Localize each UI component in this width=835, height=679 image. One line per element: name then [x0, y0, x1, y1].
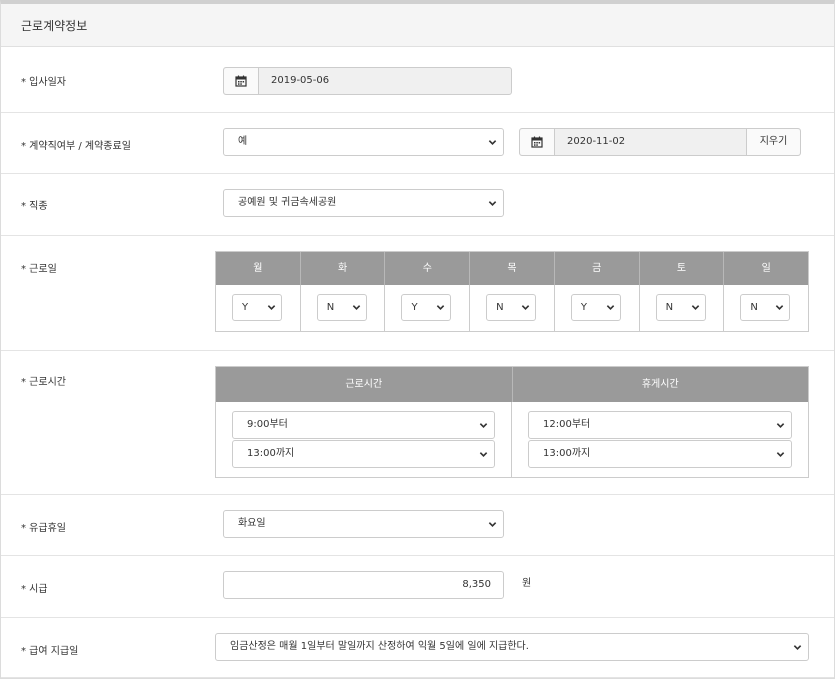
chevron-down-icon: [437, 305, 445, 310]
paid-holiday-value: 화요일: [238, 518, 266, 529]
calendar-icon[interactable]: [224, 68, 259, 94]
day-select-value: Y: [242, 302, 249, 313]
hire-date-row: * 입사일자 2019-05-06: [1, 51, 834, 113]
day-select-value: Y: [411, 302, 418, 313]
panel-title: 근로계약정보: [1, 4, 834, 47]
day-select-tue[interactable]: N: [316, 294, 367, 321]
hourly-wage-input[interactable]: 8,350: [223, 571, 504, 599]
chevron-down-icon: [267, 305, 276, 310]
contract-end-date-value: 2020-11-02: [567, 136, 626, 147]
break-end-select[interactable]: 13:00까지: [528, 440, 792, 468]
day-header-tue: 화: [301, 252, 386, 285]
paid-holiday-row: * 유급휴일 화요일: [1, 495, 834, 556]
job-type-select[interactable]: 공예원 및 귀금속세공원: [223, 189, 504, 217]
day-header-thu: 목: [470, 252, 555, 285]
pay-day-label: * 급여 지급일: [21, 646, 79, 657]
contract-type-value: 예: [238, 136, 248, 147]
work-end-select[interactable]: 13:00까지: [232, 440, 495, 468]
day-header-fri: 금: [555, 252, 640, 285]
day-header-sun: 일: [761, 263, 771, 274]
break-start-select[interactable]: 12:00부터: [528, 411, 792, 439]
day-select-thu[interactable]: N: [486, 294, 537, 321]
hire-date-label: * 입사일자: [21, 77, 66, 88]
day-cell-sun: N: [724, 285, 808, 331]
day-cell-thu: N: [470, 285, 555, 331]
calendar-icon[interactable]: [520, 129, 555, 155]
chevron-down-icon: [691, 305, 699, 310]
pay-day-row: * 급여 지급일 임금산정은 매월 1일부터 말일까지 산정하여 익월 5일에 …: [1, 618, 834, 678]
work-time-header-work: 근로시간: [216, 367, 513, 402]
day-cell-sat: N: [640, 285, 725, 331]
work-days-row: * 근로일 월 화 수 목 금 토 일 Y N Y N Y N N: [1, 236, 834, 351]
break-end-value: 13:00까지: [543, 448, 591, 459]
work-time-header-break: 휴게시간: [641, 379, 679, 390]
contract-row: * 계약직여부 / 계약종료일 예 2020-11-02 지우기: [1, 113, 834, 174]
break-start-value: 12:00부터: [543, 419, 591, 430]
chevron-down-icon: [776, 452, 785, 457]
hourly-wage-row: * 시급 8,350 원: [1, 556, 834, 618]
chevron-down-icon: [488, 201, 497, 206]
work-time-grid: 근로시간 휴게시간 9:00부터 13:00까지 12:00부터 13:00까지: [215, 366, 809, 478]
day-select-value: Y: [580, 302, 587, 313]
clear-date-button[interactable]: 지우기: [746, 129, 800, 155]
chevron-down-icon: [479, 423, 488, 428]
paid-holiday-select[interactable]: 화요일: [223, 510, 504, 538]
day-header-mon: 월: [216, 252, 301, 285]
work-time-header: 근로시간 휴게시간: [216, 367, 808, 402]
day-cell-tue: N: [301, 285, 386, 331]
contract-type-select[interactable]: 예: [223, 128, 504, 156]
work-start-select[interactable]: 9:00부터: [232, 411, 495, 439]
day-select-value: N: [326, 302, 335, 313]
job-type-label: * 직종: [21, 201, 48, 212]
pay-day-select[interactable]: 임금산정은 매월 1일부터 말일까지 산정하여 익월 5일에 일에 지급한다.: [215, 633, 809, 661]
day-select-value: N: [750, 302, 758, 313]
job-type-row: * 직종 공예원 및 귀금속세공원: [1, 174, 834, 236]
paid-holiday-label: * 유급휴일: [21, 523, 66, 534]
pay-day-value: 임금산정은 매월 1일부터 말일까지 산정하여 익월 5일에 일에 지급한다.: [230, 641, 529, 652]
hire-date-value: 2019-05-06: [271, 75, 330, 86]
contract-end-date-field[interactable]: 2020-11-02 지우기: [519, 128, 801, 156]
day-select-wed[interactable]: Y: [401, 294, 452, 321]
work-days-body: Y N Y N Y N N: [216, 285, 808, 331]
work-start-value: 9:00부터: [247, 419, 288, 430]
work-days-grid: 월 화 수 목 금 토 일 Y N Y N Y N N: [215, 251, 809, 332]
chevron-down-icon: [606, 305, 615, 310]
day-cell-mon: Y: [216, 285, 301, 331]
day-cell-fri: Y: [555, 285, 640, 331]
day-select-value: N: [665, 302, 674, 313]
work-time-body: 9:00부터 13:00까지 12:00부터 13:00까지: [216, 402, 808, 477]
day-select-sun[interactable]: N: [740, 294, 791, 321]
day-cell-wed: Y: [385, 285, 471, 331]
day-select-mon[interactable]: Y: [232, 294, 282, 321]
day-select-fri[interactable]: Y: [570, 294, 621, 321]
hourly-wage-unit: 원: [522, 578, 532, 589]
chevron-down-icon: [352, 305, 360, 310]
chevron-down-icon: [488, 140, 497, 145]
day-header-sat: 토: [640, 252, 725, 285]
chevron-down-icon: [488, 522, 497, 527]
job-type-value: 공예원 및 귀금속세공원: [238, 197, 337, 208]
chevron-down-icon: [793, 645, 802, 650]
hourly-wage-value: 8,350: [462, 579, 491, 590]
day-select-sat[interactable]: N: [655, 294, 706, 321]
chevron-down-icon: [479, 452, 488, 457]
contract-label: * 계약직여부 / 계약종료일: [21, 141, 131, 152]
work-end-value: 13:00까지: [247, 448, 295, 459]
chevron-down-icon: [776, 423, 785, 428]
work-time-divider: [511, 402, 512, 477]
work-days-header: 월 화 수 목 금 토 일: [216, 252, 808, 285]
day-select-value: N: [496, 302, 504, 313]
work-time-row: * 근로시간 근로시간 휴게시간 9:00부터 13:00까지 12:00부터: [1, 351, 834, 495]
hourly-wage-label: * 시급: [21, 584, 48, 595]
hire-date-field[interactable]: 2019-05-06: [223, 67, 512, 95]
contract-info-panel: 근로계약정보 * 입사일자 2019-05-06 * 계약직여부 / 계약종료일…: [0, 0, 835, 679]
chevron-down-icon: [776, 305, 784, 310]
day-header-wed: 수: [385, 252, 471, 285]
work-days-label: * 근로일: [21, 264, 57, 275]
chevron-down-icon: [521, 305, 530, 310]
work-time-label: * 근로시간: [21, 377, 66, 388]
